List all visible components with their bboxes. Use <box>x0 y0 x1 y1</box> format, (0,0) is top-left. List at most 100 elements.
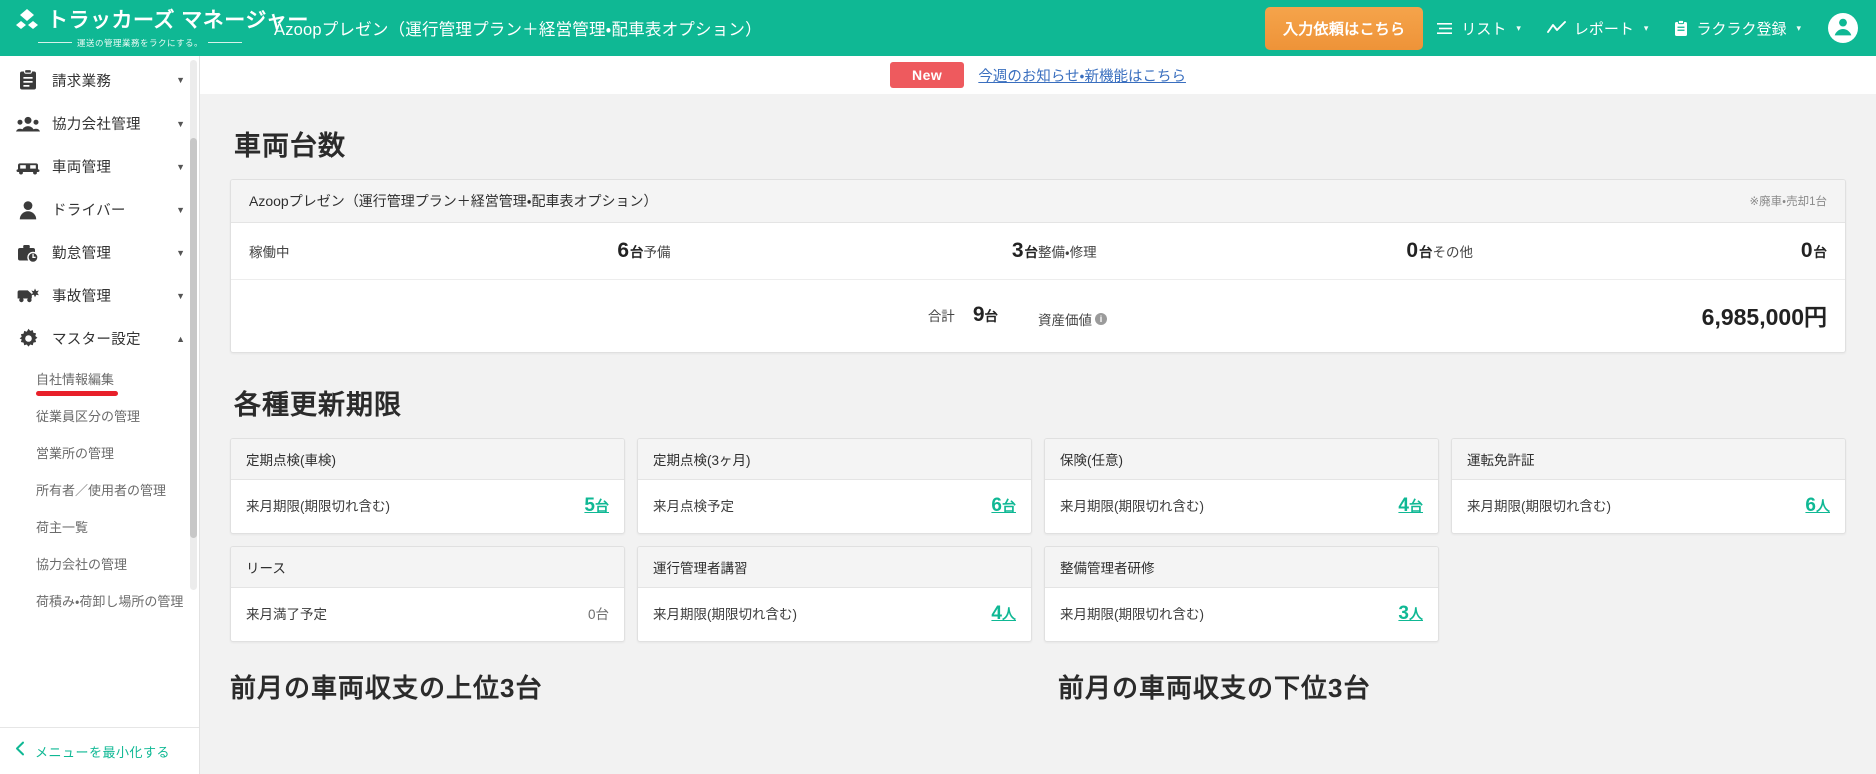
gear-icon <box>16 328 40 349</box>
sidebar-item-invoice[interactable]: 請求業務 ▼ <box>0 58 199 102</box>
renewal-section-title: 各種更新期限 <box>234 383 1846 422</box>
sidebar-collapse-label: メニューを最小化する <box>35 742 170 761</box>
renewal-card-maintenance-manager-training: 整備管理者研修 来月期限(期限切れ含む) 3人 <box>1044 546 1439 642</box>
notice-banner: New 今週のお知らせ・新機能はこちら <box>200 56 1876 94</box>
chevron-down-icon: ▾ <box>1516 23 1521 34</box>
user-avatar-icon <box>1830 13 1856 44</box>
renewal-card-header: 保険(任意) <box>1045 439 1438 480</box>
renewal-card-value-link[interactable]: 5台 <box>584 495 609 517</box>
vehicle-stat-maintenance: 整備・修理 0台 <box>1038 239 1433 263</box>
value-number: 3 <box>1012 239 1024 262</box>
renewal-card-body: 来月期限(期限切れ含む) 6人 <box>1452 480 1845 533</box>
sidebar-subitem-loading-place[interactable]: 荷積み・荷卸し場所の管理 <box>0 582 199 619</box>
chevron-down-icon: ▼ <box>176 75 185 85</box>
sidebar-item-vehicle[interactable]: 車両管理 ▼ <box>0 145 199 188</box>
main-scroll-area: 車両台数 Azoopプレゼン（運行管理プラン＋経営管理・配車表オプション） ※廃… <box>200 94 1876 774</box>
value-unit: 台 <box>1025 245 1039 260</box>
chevron-down-icon: ▼ <box>176 205 185 215</box>
request-input-button[interactable]: 入力依頼はこちら <box>1265 7 1423 50</box>
renewal-card-header: 定期点検(3ヶ月) <box>638 439 1031 480</box>
brand-logo[interactable]: トラッカーズ マネージャー 運送の管理業務をラクにする。 <box>14 8 266 49</box>
sidebar-subitem-owner-user[interactable]: 所有者／使用者の管理 <box>0 471 199 508</box>
asset-value-amount: 6,985,000円 <box>1702 298 1827 332</box>
logo-mark-icon <box>14 8 40 34</box>
renewal-card-value-link[interactable]: 4人 <box>991 603 1016 625</box>
sidebar-scrollbar[interactable] <box>190 60 197 590</box>
value-unit: 人 <box>1816 498 1830 514</box>
sidebar-label-partners: 協力会社管理 <box>52 113 164 134</box>
balance-section-titles: 前月の車両収支の上位3台 前月の車両収支の下位3台 <box>230 668 1846 705</box>
vehicle-card-plan-label: Azoopプレゼン（運行管理プラン＋経営管理・配車表オプション） <box>249 191 657 211</box>
renewal-card-value: 0台 <box>588 603 609 623</box>
renewal-card-drivers-license: 運転免許証 来月期限(期限切れ含む) 6人 <box>1451 438 1846 534</box>
value-number: 6 <box>991 495 1002 516</box>
sidebar-label-attendance: 勤怠管理 <box>52 242 164 263</box>
value-number: 5 <box>584 495 595 516</box>
chevron-down-icon: ▼ <box>176 162 185 172</box>
new-badge: New <box>890 62 964 88</box>
renewal-card-body: 来月期限(期限切れ含む) 3人 <box>1045 588 1438 641</box>
vehicle-total-label: 合計 <box>928 305 955 325</box>
accident-icon <box>16 287 40 304</box>
brand-name: トラッカーズ マネージャー <box>47 10 309 31</box>
vehicle-stat-label: 予備 <box>644 241 671 261</box>
vehicle-count-card: Azoopプレゼン（運行管理プラン＋経営管理・配車表オプション） ※廃車・売却1… <box>230 179 1846 353</box>
value-unit: 人 <box>1409 606 1423 622</box>
attendance-icon <box>16 243 40 263</box>
value-number: 0 <box>588 607 596 622</box>
sidebar-subitem-partner-company[interactable]: 協力会社の管理 <box>0 545 199 582</box>
sidebar-label-vehicle: 車両管理 <box>52 156 164 177</box>
value-number: 3 <box>1398 603 1409 624</box>
value-unit: 人 <box>1002 606 1016 622</box>
renewal-card-body: 来月期限(期限切れ含む) 4台 <box>1045 480 1438 533</box>
chevron-down-icon: ▾ <box>1644 23 1649 34</box>
brand-tagline: 運送の管理業務をラクにする。 <box>14 37 266 49</box>
renewal-card-header: リース <box>231 547 624 588</box>
vehicle-card-header: Azoopプレゼン（運行管理プラン＋経営管理・配車表オプション） ※廃車・売却1… <box>231 180 1845 223</box>
renewal-card-lease: リース 来月満了予定 0台 <box>230 546 625 642</box>
sidebar-label-invoice: 請求業務 <box>52 70 164 91</box>
renewal-card-insurance: 保険(任意) 来月期限(期限切れ含む) 4台 <box>1044 438 1439 534</box>
vehicle-stat-spare: 予備 3台 <box>644 239 1039 263</box>
sidebar-collapse-button[interactable]: メニューを最小化する <box>0 727 199 774</box>
renewal-card-value-link[interactable]: 6台 <box>991 495 1016 517</box>
notice-link[interactable]: 今週のお知らせ・新機能はこちら <box>978 65 1186 86</box>
sidebar-item-attendance[interactable]: 勤怠管理 ▼ <box>0 231 199 274</box>
sidebar-scroll-area: 請求業務 ▼ 協力会社管理 ▼ <box>0 56 199 727</box>
sidebar-item-accident[interactable]: 事故管理 ▼ <box>0 274 199 317</box>
renewal-card-label: 来月期限(期限切れ含む) <box>1467 495 1611 515</box>
value-unit: 台 <box>1002 498 1016 514</box>
renewal-card-label: 来月点検予定 <box>653 495 734 515</box>
value-unit: 台 <box>1814 245 1828 260</box>
renewal-card-body: 来月期限(期限切れ含む) 5台 <box>231 480 624 533</box>
sidebar-subitem-employee-category[interactable]: 従業員区分の管理 <box>0 397 199 434</box>
sidebar-subitem-office[interactable]: 営業所の管理 <box>0 434 199 471</box>
vehicle-stat-value: 0台 <box>1406 239 1432 263</box>
sidebar-subitem-shipper-list[interactable]: 荷主一覧 <box>0 508 199 545</box>
renewal-card-header: 運行管理者講習 <box>638 547 1031 588</box>
value-number: 6 <box>617 239 629 262</box>
sidebar-item-master-settings[interactable]: マスター設定 ▲ <box>0 317 199 360</box>
nav-item-report[interactable]: レポート ▾ <box>1534 10 1662 47</box>
driver-icon <box>16 200 40 220</box>
renewal-card-value-link[interactable]: 6人 <box>1805 495 1830 517</box>
renewal-card-value-link[interactable]: 4台 <box>1398 495 1423 517</box>
sidebar-subitem-company-info[interactable]: 自社情報編集 <box>0 360 199 397</box>
vehicle-card-note: ※廃車・売却1台 <box>1750 193 1827 209</box>
value-number: 9 <box>973 303 985 326</box>
nav-label-list: リスト <box>1461 18 1506 39</box>
sidebar-item-partners[interactable]: 協力会社管理 ▼ <box>0 102 199 145</box>
top-navigation-bar: トラッカーズ マネージャー 運送の管理業務をラクにする。 Azoopプレゼン（運… <box>0 0 1876 56</box>
renewal-card-value-link[interactable]: 3人 <box>1398 603 1423 625</box>
nav-item-list[interactable]: リスト ▾ <box>1423 10 1534 47</box>
vehicle-total-left: 合計 9台 <box>249 303 1038 327</box>
renewal-card-body: 来月期限(期限切れ含む) 4人 <box>638 588 1031 641</box>
vehicle-stat-label: 整備・修理 <box>1038 241 1097 261</box>
sidebar-item-driver[interactable]: ドライバー ▼ <box>0 188 199 231</box>
user-avatar-button[interactable] <box>1828 13 1858 43</box>
clipboard-icon <box>1674 20 1688 37</box>
renewal-card-header: 整備管理者研修 <box>1045 547 1438 588</box>
info-icon[interactable]: i <box>1095 313 1107 325</box>
value-unit: 台 <box>985 309 999 324</box>
nav-item-quick-register[interactable]: ラクラク登録 ▾ <box>1661 10 1814 47</box>
